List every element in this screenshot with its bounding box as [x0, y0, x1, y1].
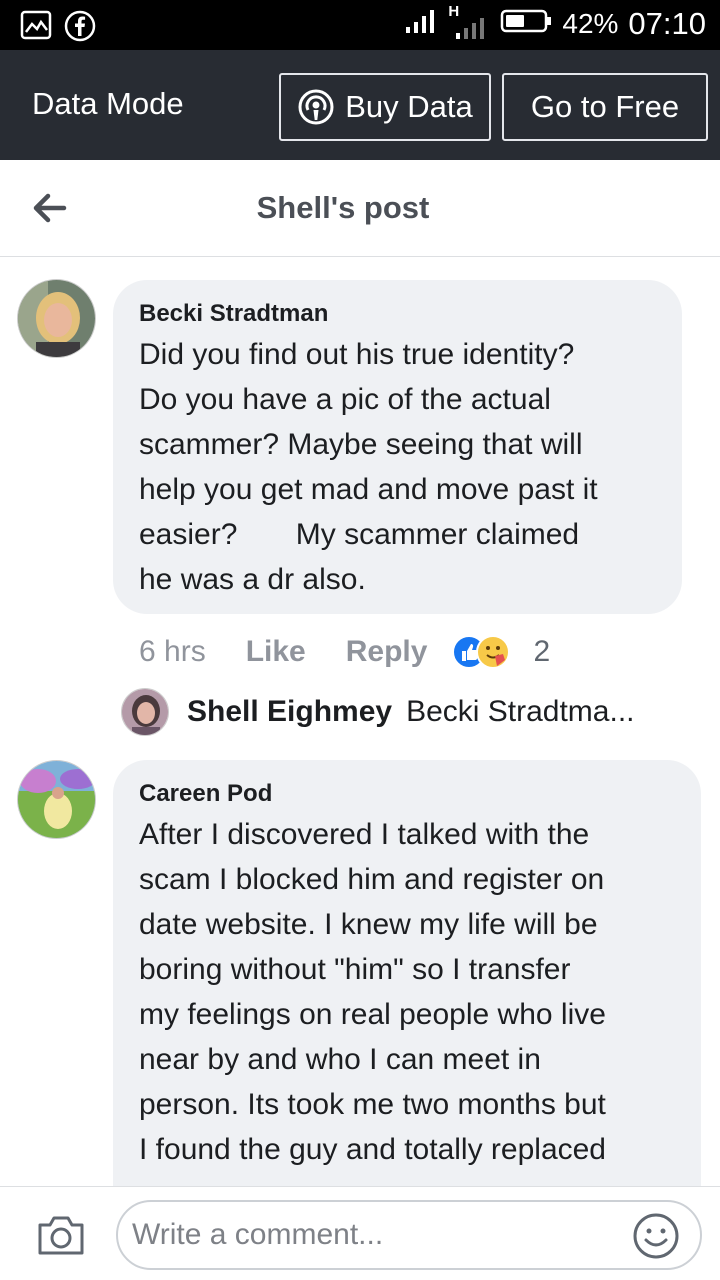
comment-bubble[interactable]: Careen Pod After I discovered I talked w… [113, 760, 701, 1230]
data-mode-bar: Data Mode Buy Data Go to Free [0, 50, 720, 160]
gallery-icon [20, 10, 52, 47]
network-type-icon: H [448, 3, 490, 41]
reply-preview-text: Becki Stradtma... [406, 695, 635, 728]
comment-composer [0, 1186, 720, 1280]
go-to-free-button[interactable]: Go to Free [502, 73, 708, 141]
battery-percent: 42% [562, 8, 619, 39]
buy-data-button[interactable]: Buy Data [279, 73, 491, 141]
reaction-count: 2 [533, 635, 551, 668]
comment-time: 6 hrs [139, 635, 206, 668]
avatar[interactable] [17, 760, 96, 839]
status-bar: H 42% 07:10 [0, 0, 720, 50]
clock: 07:10 [628, 6, 706, 41]
comment-text: After I discovered I talked with the sca… [139, 818, 606, 1166]
comment-meta: 6 hrs Like Reply 2 [139, 630, 550, 674]
podcast-icon [298, 89, 334, 125]
comment-bubble[interactable]: Becki Stradtman Did you find out his tru… [113, 280, 682, 614]
reply-preview-row[interactable]: Shell Eighmey Becki Stradtma... [121, 688, 681, 736]
care-reaction-icon [476, 635, 511, 669]
comment-author[interactable]: Careen Pod [139, 780, 272, 808]
page-title: Shell's post [256, 190, 430, 225]
emoji-icon[interactable] [632, 1212, 680, 1265]
comment-input[interactable] [116, 1200, 702, 1270]
go-to-free-label: Go to Free [530, 89, 680, 124]
reply-author[interactable]: Shell Eighmey [187, 695, 392, 729]
battery-icon [500, 8, 552, 41]
avatar[interactable] [121, 688, 169, 736]
post-header: Shell's post [0, 160, 720, 257]
camera-icon[interactable] [36, 1213, 86, 1262]
like-button[interactable]: Like [246, 635, 306, 669]
avatar[interactable] [17, 279, 96, 358]
facebook-icon [64, 10, 96, 47]
data-mode-title: Data Mode [32, 86, 184, 121]
signal-icon [404, 7, 438, 42]
comment-author[interactable]: Becki Stradtman [139, 300, 328, 328]
comment-text: Did you find out his true identity? Do y… [139, 338, 598, 596]
reply-button[interactable]: Reply [346, 635, 428, 669]
buy-data-label: Buy Data [345, 89, 473, 124]
reactions[interactable] [451, 634, 513, 670]
